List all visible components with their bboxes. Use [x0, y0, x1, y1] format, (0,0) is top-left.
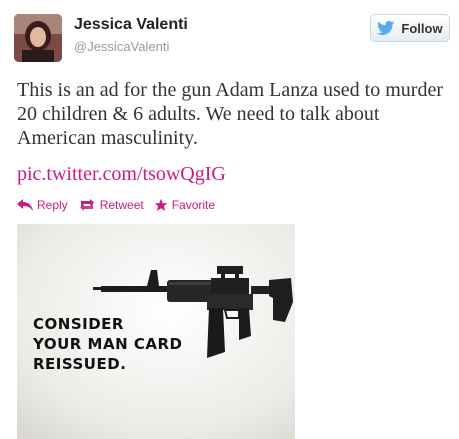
- ad-caption-line: YOUR MAN CARD: [33, 335, 183, 353]
- tweet-actions: Reply Retweet Favorite: [17, 198, 215, 212]
- ad-caption: CONSIDER YOUR MAN CARD REISSUED.: [33, 314, 182, 374]
- reply-label: Reply: [37, 198, 68, 212]
- tweet-pic-link[interactable]: pic.twitter.com/tsowQgIG: [17, 162, 226, 186]
- avatar[interactable]: [14, 14, 62, 62]
- twitter-bird-icon: [377, 20, 395, 36]
- retweet-label: Retweet: [99, 198, 144, 212]
- retweet-icon: [78, 199, 96, 211]
- star-icon: [154, 198, 168, 212]
- favorite-label: Favorite: [171, 198, 216, 212]
- author-name[interactable]: Jessica Valenti: [74, 16, 188, 34]
- ad-image[interactable]: CONSIDER YOUR MAN CARD REISSUED.: [17, 224, 295, 439]
- retweet-button[interactable]: Retweet: [78, 198, 144, 212]
- favorite-button[interactable]: Favorite: [154, 198, 215, 212]
- follow-label: Follow: [401, 20, 443, 36]
- reply-icon: [17, 199, 33, 211]
- ad-caption-line: REISSUED.: [33, 355, 127, 373]
- author-handle[interactable]: @JessicaValenti: [74, 39, 169, 54]
- reply-button[interactable]: Reply: [17, 198, 68, 212]
- tweet-text: This is an ad for the gun Adam Lanza use…: [17, 79, 443, 149]
- ad-caption-line: CONSIDER: [33, 315, 124, 333]
- follow-button[interactable]: Follow: [370, 14, 450, 42]
